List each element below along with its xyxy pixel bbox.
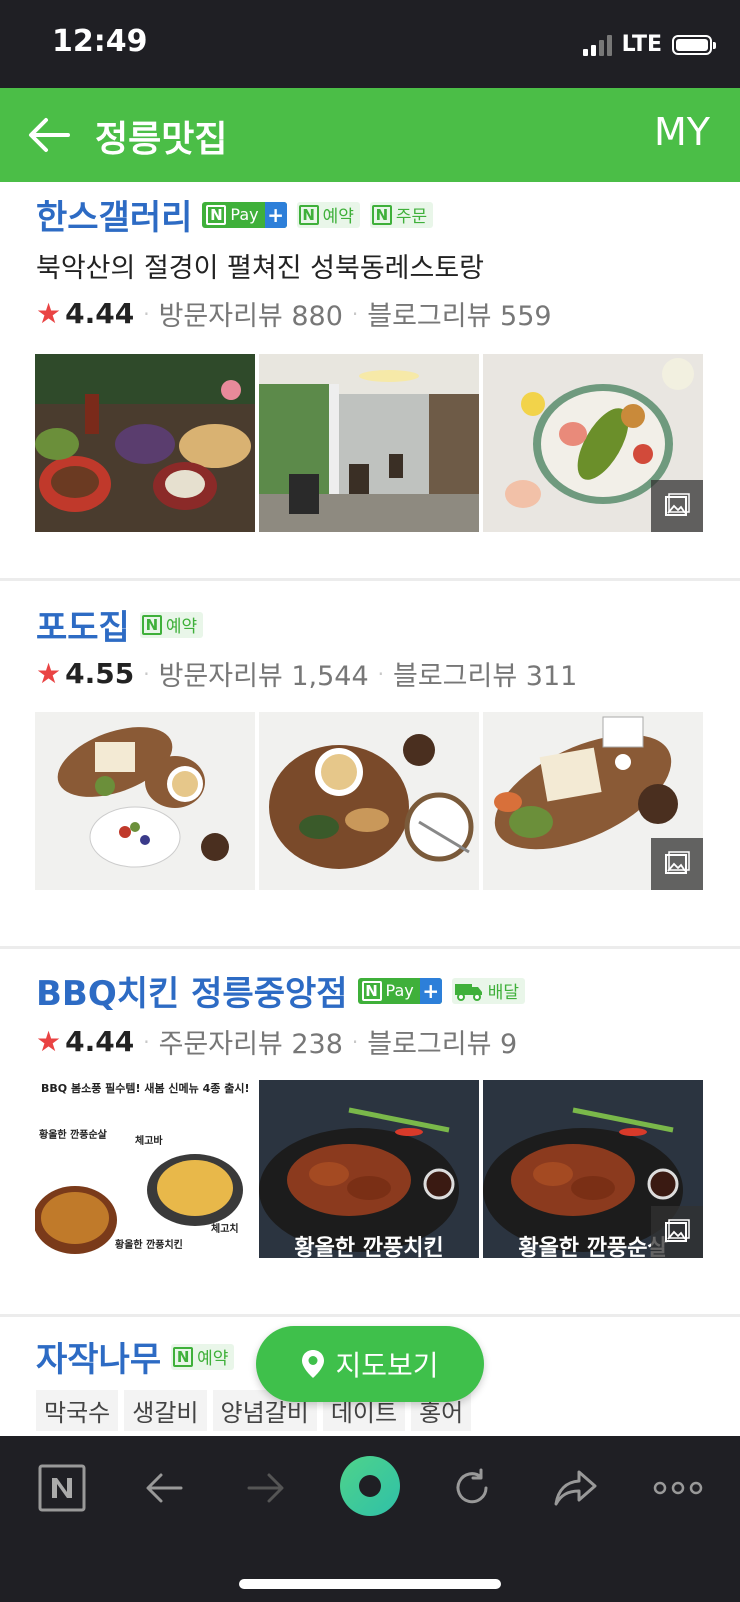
place-photo[interactable]: BBQ 봄소풍 필수템! 새봄 신메뉴 4종 출시! 황올한 깐풍순살 체고바 … bbox=[35, 1080, 255, 1258]
place-meta: ★ 4.44 · 주문자리뷰 238 · 블로그리뷰 9 bbox=[36, 1022, 517, 1061]
place-name[interactable]: BBQ치킨 정릉중앙점 bbox=[36, 966, 348, 1015]
star-icon: ★ bbox=[36, 297, 62, 330]
place-name[interactable]: 포도집 bbox=[36, 600, 130, 649]
back-arrow-icon[interactable] bbox=[24, 110, 74, 160]
naver-n-icon bbox=[38, 1464, 86, 1512]
green-dot-icon bbox=[340, 1456, 400, 1516]
rating-value: 4.44 bbox=[65, 1025, 135, 1058]
star-icon: ★ bbox=[36, 1025, 62, 1058]
home-indicator[interactable] bbox=[239, 1579, 501, 1589]
divider bbox=[0, 1314, 740, 1317]
status-bar: 12:49 LTE bbox=[0, 0, 740, 88]
share-button[interactable] bbox=[546, 1458, 606, 1518]
gallery-icon[interactable] bbox=[651, 838, 703, 890]
order-review-count[interactable]: 주문자리뷰 238 bbox=[159, 1022, 343, 1061]
share-icon bbox=[554, 1470, 597, 1506]
place-meta: ★ 4.55 · 방문자리뷰 1,544 · 블로그리뷰 311 bbox=[36, 654, 577, 693]
promo-headline: BBQ 봄소풍 필수템! 새봄 신메뉴 4종 출시! bbox=[41, 1082, 250, 1095]
place-name-row: 한스갤러리 N Pay + N 예약 N 주문 bbox=[36, 190, 434, 239]
status-time: 12:49 bbox=[52, 24, 148, 59]
delivery-badge: 배달 bbox=[451, 977, 526, 1004]
blog-review-count[interactable]: 블로그리뷰 9 bbox=[367, 1022, 517, 1061]
promo-item: 황올한 깐풍순살 bbox=[39, 1130, 107, 1141]
refresh-icon bbox=[456, 1468, 488, 1504]
blog-review-count[interactable]: 블로그리뷰 311 bbox=[393, 654, 577, 693]
place-photo[interactable] bbox=[483, 712, 703, 890]
rating-value: 4.44 bbox=[65, 297, 135, 330]
place-photo[interactable] bbox=[259, 712, 479, 890]
reserve-badge: N 예약 bbox=[296, 201, 360, 228]
place-meta: ★ 4.44 · 방문자리뷰 880 · 블로그리뷰 559 bbox=[36, 294, 552, 333]
map-view-button[interactable]: 지도보기 bbox=[256, 1326, 484, 1402]
map-view-label: 지도보기 bbox=[335, 1349, 439, 1382]
promo-item: 황올한 깐풍치킨 bbox=[115, 1240, 183, 1251]
browser-toolbar bbox=[0, 1436, 740, 1602]
place-photo[interactable] bbox=[483, 354, 703, 532]
app-header: 정릉맛집 MY bbox=[0, 88, 740, 182]
place-card[interactable]: 한스갤러리 N Pay + N 예약 N 주문 북악산의 절경이 펼쳐진 성북동… bbox=[0, 182, 740, 582]
more-dots-icon bbox=[653, 1481, 703, 1495]
promo-item: 체고바 bbox=[135, 1136, 163, 1147]
plus-icon: + bbox=[419, 977, 442, 1004]
place-name[interactable]: 한스갤러리 bbox=[36, 190, 192, 239]
place-photo[interactable] bbox=[35, 712, 255, 890]
gallery-icon[interactable] bbox=[651, 1206, 703, 1258]
place-photo[interactable] bbox=[259, 354, 479, 532]
back-button[interactable] bbox=[134, 1458, 194, 1518]
npay-badge: N Pay + bbox=[357, 977, 442, 1004]
battery-icon bbox=[672, 34, 716, 55]
divider bbox=[0, 578, 740, 581]
back-icon bbox=[146, 1473, 183, 1503]
signal-icon bbox=[582, 34, 612, 56]
forward-icon bbox=[247, 1473, 284, 1503]
npay-badge: N Pay + bbox=[202, 201, 287, 228]
reserve-badge: N 예약 bbox=[139, 611, 204, 638]
place-name[interactable]: 자작나무 bbox=[36, 1332, 161, 1381]
visitor-review-count[interactable]: 방문자리뷰 880 bbox=[159, 294, 343, 333]
visitor-review-count[interactable]: 방문자리뷰 1,544 bbox=[159, 654, 369, 693]
place-name-row: 포도집 N 예약 bbox=[36, 600, 204, 649]
network-label: LTE bbox=[621, 32, 662, 57]
reserve-badge: N 예약 bbox=[171, 1343, 235, 1370]
tag[interactable]: 생갈비 bbox=[124, 1390, 207, 1431]
gallery-icon[interactable] bbox=[651, 480, 703, 532]
place-name-row: 자작나무 N 예약 bbox=[36, 1332, 235, 1381]
my-button[interactable]: MY bbox=[654, 110, 710, 154]
green-dot-button[interactable] bbox=[338, 1454, 402, 1518]
more-button[interactable] bbox=[648, 1458, 708, 1518]
page-title: 정릉맛집 bbox=[95, 119, 228, 160]
location-pin-icon bbox=[302, 1350, 325, 1378]
divider bbox=[0, 946, 740, 949]
place-list: 한스갤러리 N Pay + N 예약 N 주문 북악산의 절경이 펼쳐진 성북동… bbox=[0, 182, 740, 1436]
naver-home-button[interactable] bbox=[32, 1458, 92, 1518]
tag[interactable]: 막국수 bbox=[36, 1390, 119, 1431]
place-name-row: BBQ치킨 정릉중앙점 N Pay + 배달 bbox=[36, 966, 526, 1015]
blog-review-count[interactable]: 블로그리뷰 559 bbox=[367, 294, 551, 333]
status-indicators: LTE bbox=[582, 32, 716, 57]
star-icon: ★ bbox=[36, 657, 62, 690]
forward-button[interactable] bbox=[236, 1458, 296, 1518]
place-description: 북악산의 절경이 펼쳐진 성북동레스토랑 bbox=[36, 253, 485, 284]
order-badge: N 주문 bbox=[369, 201, 434, 228]
refresh-button[interactable] bbox=[442, 1458, 502, 1518]
place-card[interactable]: 포도집 N 예약 ★ 4.55 · 방문자리뷰 1,544 · 블로그리뷰 31… bbox=[0, 582, 740, 942]
plus-icon: + bbox=[264, 201, 287, 228]
place-photo[interactable]: 황올한 깐풍치킨 bbox=[259, 1080, 479, 1258]
place-card[interactable]: BBQ치킨 정릉중앙점 N Pay + 배달 ★ 4.44 · 주문자리뷰 23… bbox=[0, 950, 740, 1310]
rating-value: 4.55 bbox=[65, 657, 135, 690]
promo-item: 체고치 bbox=[211, 1224, 239, 1235]
delivery-truck-icon bbox=[454, 983, 482, 1001]
photo-caption: 황올한 깐풍치킨 bbox=[294, 1236, 444, 1258]
place-photo[interactable]: 황올한 깐풍순살 bbox=[483, 1080, 703, 1258]
place-photo[interactable] bbox=[35, 354, 255, 532]
